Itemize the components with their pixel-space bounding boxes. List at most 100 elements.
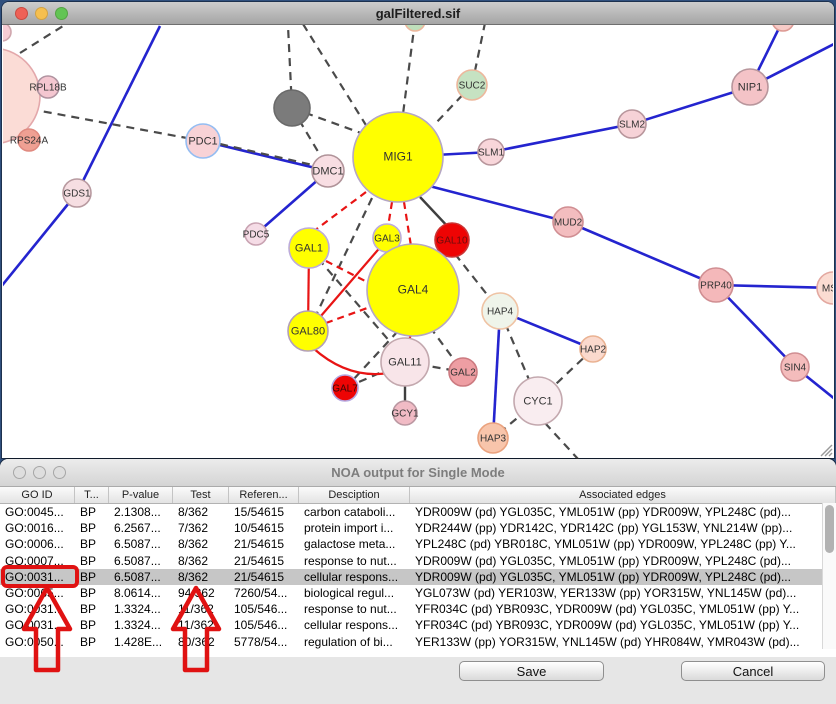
edge-reddash <box>326 307 370 323</box>
edge-blue <box>77 26 160 193</box>
edge-dash <box>20 26 63 53</box>
table-cell: GO:0031... <box>0 570 75 584</box>
save-button[interactable]: Save <box>459 661 604 681</box>
node-corner-right[interactable] <box>772 25 794 31</box>
table-cell: GO:0007... <box>0 554 75 568</box>
table-cell: BP <box>75 554 109 568</box>
node-GAL80[interactable]: GAL80 <box>288 311 328 351</box>
table-row[interactable]: GO:0050...BP1.428E...80/3625778/54...reg… <box>0 634 836 650</box>
table-cell: BP <box>75 618 109 632</box>
table-scrollbar[interactable] <box>822 503 836 649</box>
table-cell: YDR009W (pd) YGL035C, YML051W (pp) YDR00… <box>410 505 836 519</box>
table-cell: YFR034C (pd) YBR093C, YDR009W (pd) YGL03… <box>410 618 836 632</box>
table-cell: GO:0065... <box>0 586 75 600</box>
edge-blue <box>493 311 500 438</box>
table-row[interactable]: GO:0016...BP6.2567...7/36210/54615protei… <box>0 520 836 536</box>
table-cell: 6.5087... <box>109 570 173 584</box>
table-row[interactable]: GO:0065...BP8.0614...94/3627260/54...bio… <box>0 585 836 601</box>
node-GDS1[interactable]: GDS1 <box>63 179 91 207</box>
edge-dash <box>220 144 326 168</box>
node-GAL2[interactable]: GAL2 <box>449 358 477 386</box>
network-window-titlebar[interactable]: galFiltered.sif <box>2 2 834 25</box>
table-cell: 7260/54... <box>229 586 299 600</box>
table-cell: biological regul... <box>299 586 410 600</box>
noa-close-button[interactable] <box>13 466 26 479</box>
table-cell: 6.5087... <box>109 554 173 568</box>
scrollbar-thumb[interactable] <box>825 505 834 553</box>
node-GAL7[interactable]: GAL7 <box>332 375 358 401</box>
node-label: SUC2 <box>459 81 486 92</box>
node-GAL4[interactable]: GAL4 <box>367 244 459 336</box>
node-PDC1[interactable]: PDC1 <box>186 124 220 158</box>
noa-window-titlebar[interactable]: NOA output for Single Mode <box>0 459 836 487</box>
table-row[interactable]: GO:0045...BP2.1308...8/36215/54615carbon… <box>0 504 836 520</box>
node-MIG1[interactable]: MIG1 <box>353 112 443 202</box>
node-GAL11[interactable]: GAL11 <box>381 338 429 386</box>
node-label: GAL2 <box>450 368 476 379</box>
table-cell: cellular respons... <box>299 570 410 584</box>
node-MUD2[interactable]: MUD2 <box>553 207 583 237</box>
table-cell: GO:0016... <box>0 521 75 535</box>
table-cell: YDR009W (pd) YGL035C, YML051W (pp) YDR00… <box>410 570 836 584</box>
node-SIN4[interactable]: SIN4 <box>781 353 809 381</box>
edge-blue <box>410 181 568 222</box>
table-cell: 21/54615 <box>229 537 299 551</box>
table-cell: 105/546... <box>229 602 299 616</box>
node-label: MUD2 <box>554 218 583 229</box>
node-label: HAP2 <box>580 345 607 356</box>
zoom-button[interactable] <box>55 7 68 20</box>
table-cell: YPL248C (pd) YBR018C, YML051W (pp) YDR00… <box>410 537 836 551</box>
table-cell: regulation of bi... <box>299 635 410 649</box>
column-header-1[interactable]: T... <box>75 487 109 503</box>
noa-output-window: NOA output for Single Mode GO IDT...P-va… <box>0 459 836 704</box>
node-NIP1[interactable]: NIP1 <box>732 69 768 105</box>
table-cell: 1.428E... <box>109 635 173 649</box>
node-PRP40[interactable]: PRP40 <box>699 268 733 302</box>
node-label: RPL18B <box>29 83 67 94</box>
close-button[interactable] <box>15 7 28 20</box>
resize-grip-icon[interactable] <box>818 442 833 457</box>
node-DMC1[interactable]: DMC1 <box>312 155 344 187</box>
node-label: GCY1 <box>391 409 419 420</box>
column-header-2[interactable]: P-value <box>109 487 173 503</box>
column-header-6[interactable]: Associated edges <box>410 487 836 503</box>
node-MSN[interactable]: MSN <box>817 272 833 304</box>
table-row[interactable]: GO:0031...BP6.5087...8/36221/54615cellul… <box>0 569 836 585</box>
edge-blue <box>491 124 632 152</box>
node-SLM1[interactable]: SLM1 <box>478 139 505 165</box>
noa-zoom-button[interactable] <box>53 466 66 479</box>
table-row[interactable]: GO:0031...BP1.3324...11/362105/546...res… <box>0 601 836 617</box>
table-cell: GO:0031... <box>0 618 75 632</box>
node-label: RPS24A <box>10 136 49 147</box>
node-GAL1[interactable]: GAL1 <box>289 228 329 268</box>
node-green-top[interactable] <box>405 25 425 31</box>
node-CYC1[interactable]: CYC1 <box>514 377 562 425</box>
node-HAP4[interactable]: HAP4 <box>482 293 518 329</box>
network-canvas[interactable]: RPL18B RPS24A GDS1 PDC1 DMC1 MIG1 SUC2 SLM1 SLM2… <box>3 25 833 459</box>
node-corner-left[interactable] <box>3 25 11 41</box>
edge-reddash <box>404 202 411 246</box>
column-header-3[interactable]: Test <box>173 487 229 503</box>
node-HAP2[interactable]: HAP2 <box>580 336 607 362</box>
minimize-button[interactable] <box>35 7 48 20</box>
node-SUC2[interactable]: SUC2 <box>457 70 487 100</box>
node-label: GAL1 <box>295 243 323 255</box>
node-GCY1[interactable]: GCY1 <box>391 401 419 425</box>
table-cell: YFR034C (pd) YBR093C, YDR009W (pd) YGL03… <box>410 602 836 616</box>
node-HAP3[interactable]: HAP3 <box>478 423 508 453</box>
node-label: MIG1 <box>383 150 413 164</box>
network-window: galFiltered.sif RPL18B RPS24A GDS1 PDC1 DMC1… <box>2 2 834 458</box>
table-row[interactable]: GO:0031...BP1.3324...11/362105/546...cel… <box>0 617 836 633</box>
noa-minimize-button[interactable] <box>33 466 46 479</box>
column-header-5[interactable]: Desciption <box>299 487 410 503</box>
table-row[interactable]: GO:0007...BP6.5087...8/36221/54615respon… <box>0 553 836 569</box>
table-row[interactable]: GO:0006...BP6.5087...8/36221/54615galact… <box>0 536 836 552</box>
table-cell: YDR244W (pp) YDR142C, YDR142C (pp) YGL15… <box>410 521 836 535</box>
table-cell: 8/362 <box>173 505 229 519</box>
column-header-0[interactable]: GO ID <box>0 487 75 503</box>
node-gray-node[interactable] <box>274 90 310 126</box>
column-header-4[interactable]: Referen... <box>229 487 299 503</box>
table-cell: BP <box>75 602 109 616</box>
cancel-button[interactable]: Cancel <box>681 661 825 681</box>
node-SLM2[interactable]: SLM2 <box>618 110 646 138</box>
